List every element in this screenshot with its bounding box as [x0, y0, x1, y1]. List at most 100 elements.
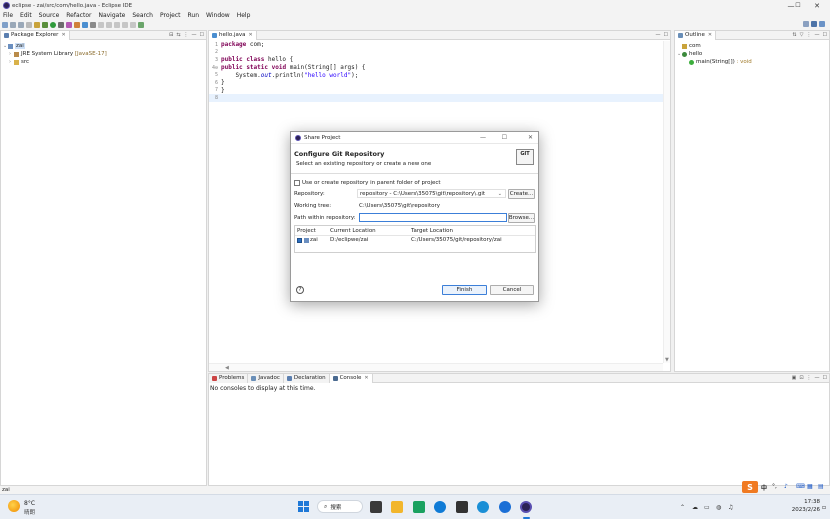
- tree-item-src[interactable]: › src: [3, 58, 107, 66]
- taskbar-search-box[interactable]: ⌕ 搜索: [317, 500, 363, 513]
- outline-item-method[interactable]: main(String[]) : void: [677, 58, 752, 66]
- repository-select[interactable]: repository - C:\Users\35075\git\reposito…: [357, 189, 506, 198]
- debug-perspective-icon[interactable]: [819, 21, 825, 27]
- debug-icon[interactable]: [42, 22, 48, 28]
- ime-language-indicator[interactable]: 中: [761, 483, 767, 492]
- menu-project[interactable]: Project: [160, 12, 181, 19]
- windows-start-icon[interactable]: [298, 501, 309, 512]
- weather-description[interactable]: 晴朗: [24, 508, 35, 516]
- maximize-view-icon[interactable]: ☐: [200, 32, 204, 38]
- clock-date[interactable]: 2023/2/26: [788, 507, 820, 513]
- save-icon[interactable]: [10, 22, 16, 28]
- new-java-project-icon[interactable]: [66, 22, 72, 28]
- speaker-icon[interactable]: ♫: [728, 504, 733, 511]
- search-icon[interactable]: [98, 22, 104, 28]
- menu-file[interactable]: File: [3, 12, 13, 19]
- dialog-close-button[interactable]: ✕: [528, 134, 533, 141]
- close-icon[interactable]: ✕: [248, 32, 252, 38]
- parent-folder-checkbox[interactable]: [294, 180, 300, 186]
- browser-app-icon[interactable]: [477, 501, 489, 513]
- chat-app-icon[interactable]: [499, 501, 511, 513]
- parent-folder-checkbox-row[interactable]: Use or create repository in parent folde…: [294, 180, 441, 186]
- tree-item-project[interactable]: ⌄ zai: [3, 42, 107, 50]
- tab-javadoc[interactable]: Javadoc: [248, 373, 284, 383]
- minimize-view-icon[interactable]: —: [192, 32, 197, 38]
- pin-editor-icon[interactable]: [138, 22, 144, 28]
- maximize-view-icon[interactable]: ☐: [664, 32, 668, 38]
- app-tray-icon[interactable]: ▭: [704, 504, 710, 511]
- close-button[interactable]: ✕: [804, 0, 830, 11]
- maximize-button[interactable]: ☐: [791, 0, 805, 11]
- forward-icon[interactable]: [130, 22, 136, 28]
- row-checkbox-checked[interactable]: [297, 238, 302, 243]
- new-package-icon[interactable]: [74, 22, 80, 28]
- filter-icon[interactable]: ▽: [800, 32, 804, 38]
- wechat-icon[interactable]: [413, 501, 425, 513]
- horizontal-scrollbar[interactable]: ◀: [209, 363, 663, 371]
- tab-problems[interactable]: Problems: [209, 373, 249, 383]
- close-icon[interactable]: ✕: [364, 375, 368, 381]
- pin-console-icon[interactable]: ⊡: [799, 375, 803, 381]
- close-icon[interactable]: ✕: [61, 32, 65, 38]
- menu-help[interactable]: Help: [237, 12, 251, 19]
- menu-navigate[interactable]: Navigate: [98, 12, 125, 19]
- tab-hello-java[interactable]: hello.java ✕: [209, 30, 257, 40]
- run-icon[interactable]: [50, 22, 56, 28]
- clock-time[interactable]: 17:38: [792, 499, 820, 505]
- display-console-icon[interactable]: ▣: [792, 375, 797, 381]
- external-tools-icon[interactable]: [58, 22, 64, 28]
- maximize-view-icon[interactable]: ☐: [823, 375, 827, 381]
- print-icon[interactable]: [26, 22, 32, 28]
- scroll-down-icon[interactable]: ▼: [665, 357, 669, 363]
- file-explorer-icon[interactable]: [391, 501, 403, 513]
- minimize-view-icon[interactable]: —: [815, 32, 820, 38]
- dialog-minimize-button[interactable]: —: [480, 134, 486, 141]
- open-task-icon[interactable]: [90, 22, 96, 28]
- new-class-icon[interactable]: [82, 22, 88, 28]
- finish-button[interactable]: Finish: [442, 285, 487, 295]
- java-perspective-icon[interactable]: [811, 21, 817, 27]
- cancel-button[interactable]: Cancel: [490, 285, 534, 295]
- view-menu-icon[interactable]: ⋮: [807, 375, 812, 381]
- toolbox-icon[interactable]: ▤: [818, 483, 824, 490]
- menu-edit[interactable]: Edit: [20, 12, 32, 19]
- menu-run[interactable]: Run: [188, 12, 200, 19]
- back-icon[interactable]: [122, 22, 128, 28]
- chevron-up-icon[interactable]: ⌃: [680, 504, 685, 511]
- code-line[interactable]: 6}: [209, 79, 670, 87]
- code-line[interactable]: 7}: [209, 87, 670, 95]
- annotation-prev-icon[interactable]: [114, 22, 120, 28]
- browse-button[interactable]: Browse...: [508, 213, 535, 223]
- minimize-view-icon[interactable]: —: [656, 32, 661, 38]
- code-line[interactable]: 1 package com;: [209, 41, 670, 49]
- skin-icon[interactable]: ▦: [807, 483, 813, 490]
- edge-browser-icon[interactable]: [434, 501, 446, 513]
- annotation-next-icon[interactable]: [106, 22, 112, 28]
- scroll-left-icon[interactable]: ◀: [225, 365, 229, 371]
- code-line[interactable]: 3 public class hello {: [209, 56, 670, 64]
- close-icon[interactable]: ✕: [708, 32, 712, 38]
- weather-sun-icon[interactable]: [8, 500, 20, 512]
- open-perspective-icon[interactable]: [803, 21, 809, 27]
- notifications-icon[interactable]: ▫: [822, 504, 826, 511]
- code-editor[interactable]: 1 package com; 2 3 public class hello {4⊖ pub…: [209, 41, 670, 102]
- camera-app-icon[interactable]: [456, 501, 468, 513]
- task-view-icon[interactable]: [370, 501, 382, 513]
- keyboard-icon[interactable]: ⌨: [796, 483, 805, 490]
- menu-source[interactable]: Source: [39, 12, 60, 19]
- view-menu-icon[interactable]: ⋮: [184, 32, 189, 38]
- cloud-icon[interactable]: ☁: [692, 504, 698, 511]
- view-menu-icon[interactable]: ⋮: [807, 32, 812, 38]
- menu-window[interactable]: Window: [206, 12, 230, 19]
- weather-temperature[interactable]: 8°C: [24, 500, 35, 507]
- vertical-scrollbar[interactable]: ▼: [663, 41, 670, 363]
- path-within-repository-input[interactable]: [359, 213, 507, 222]
- save-all-icon[interactable]: [18, 22, 24, 28]
- create-repository-button[interactable]: Create...: [508, 189, 535, 199]
- outline-item-class[interactable]: ⌄ hello: [677, 50, 752, 58]
- microphone-icon[interactable]: ♪: [784, 483, 788, 490]
- outline-item-package[interactable]: com: [677, 42, 752, 50]
- minimize-view-icon[interactable]: —: [815, 375, 820, 381]
- collapse-all-icon[interactable]: ⊟: [169, 32, 173, 38]
- menu-search[interactable]: Search: [132, 12, 153, 19]
